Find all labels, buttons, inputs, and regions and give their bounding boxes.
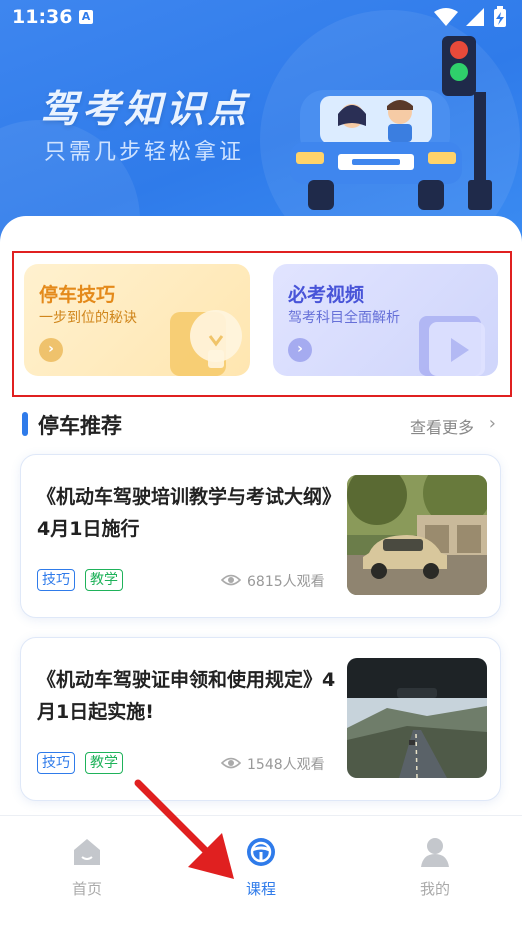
notification-icon: A — [79, 10, 93, 24]
article-thumbnail — [347, 658, 487, 778]
view-count: 1548人观看 — [247, 757, 325, 773]
tab-home[interactable]: 首页 — [37, 836, 137, 899]
hero-title: 驾考知识点 — [40, 87, 251, 131]
wifi-icon — [434, 8, 458, 26]
tag-teaching: 教学 — [85, 752, 123, 774]
signal-icon — [466, 8, 484, 26]
article-title: 《机动车驾驶培训教学与考试大纲》4月1日施行 — [37, 486, 332, 540]
article-title: 《机动车驾驶证申领和使用规定》4月1日起实施! — [37, 669, 336, 723]
tag-skill: 技巧 — [37, 752, 75, 774]
tag-skill: 技巧 — [37, 569, 75, 591]
article-card[interactable]: 《机动车驾驶培训教学与考试大纲》4月1日施行 技巧 教学 6815人观看 — [20, 454, 501, 618]
section-title: 停车推荐 — [38, 414, 122, 438]
user-icon — [421, 838, 449, 867]
home-icon — [74, 839, 100, 865]
battery-charging-icon — [494, 6, 506, 27]
view-more-link[interactable]: 查看更多 — [410, 414, 474, 438]
chevron-right-icon[interactable]: › — [489, 413, 496, 434]
status-time: 11:36 — [12, 6, 73, 28]
annotation-arrow-icon — [134, 779, 234, 879]
feature-highlight-box — [12, 251, 512, 397]
article-card[interactable]: 《机动车驾驶证申领和使用规定》4月1日起实施! 技巧 教学 1548人观看 — [20, 637, 501, 801]
tag-teaching: 教学 — [85, 569, 123, 591]
tab-label: 我的 — [419, 880, 450, 898]
car-illustration — [290, 36, 492, 210]
eye-icon — [221, 757, 241, 769]
tab-mine[interactable]: 我的 — [385, 836, 485, 899]
road-through-windshield-photo — [347, 658, 487, 778]
tab-label: 首页 — [71, 880, 102, 898]
vintage-car-photo — [347, 475, 487, 595]
section-accent-bar — [22, 412, 28, 436]
bottom-tab-bar: 首页 课程 我的 — [0, 815, 522, 929]
view-count: 6815人观看 — [247, 574, 325, 590]
hero-banner: 11:36 A 驾考知识点 只需几步轻松拿证 — [0, 0, 522, 250]
status-icons — [434, 6, 506, 27]
hero-subtitle: 只需几步轻松拿证 — [44, 140, 245, 165]
eye-icon — [221, 574, 241, 586]
article-thumbnail — [347, 475, 487, 595]
